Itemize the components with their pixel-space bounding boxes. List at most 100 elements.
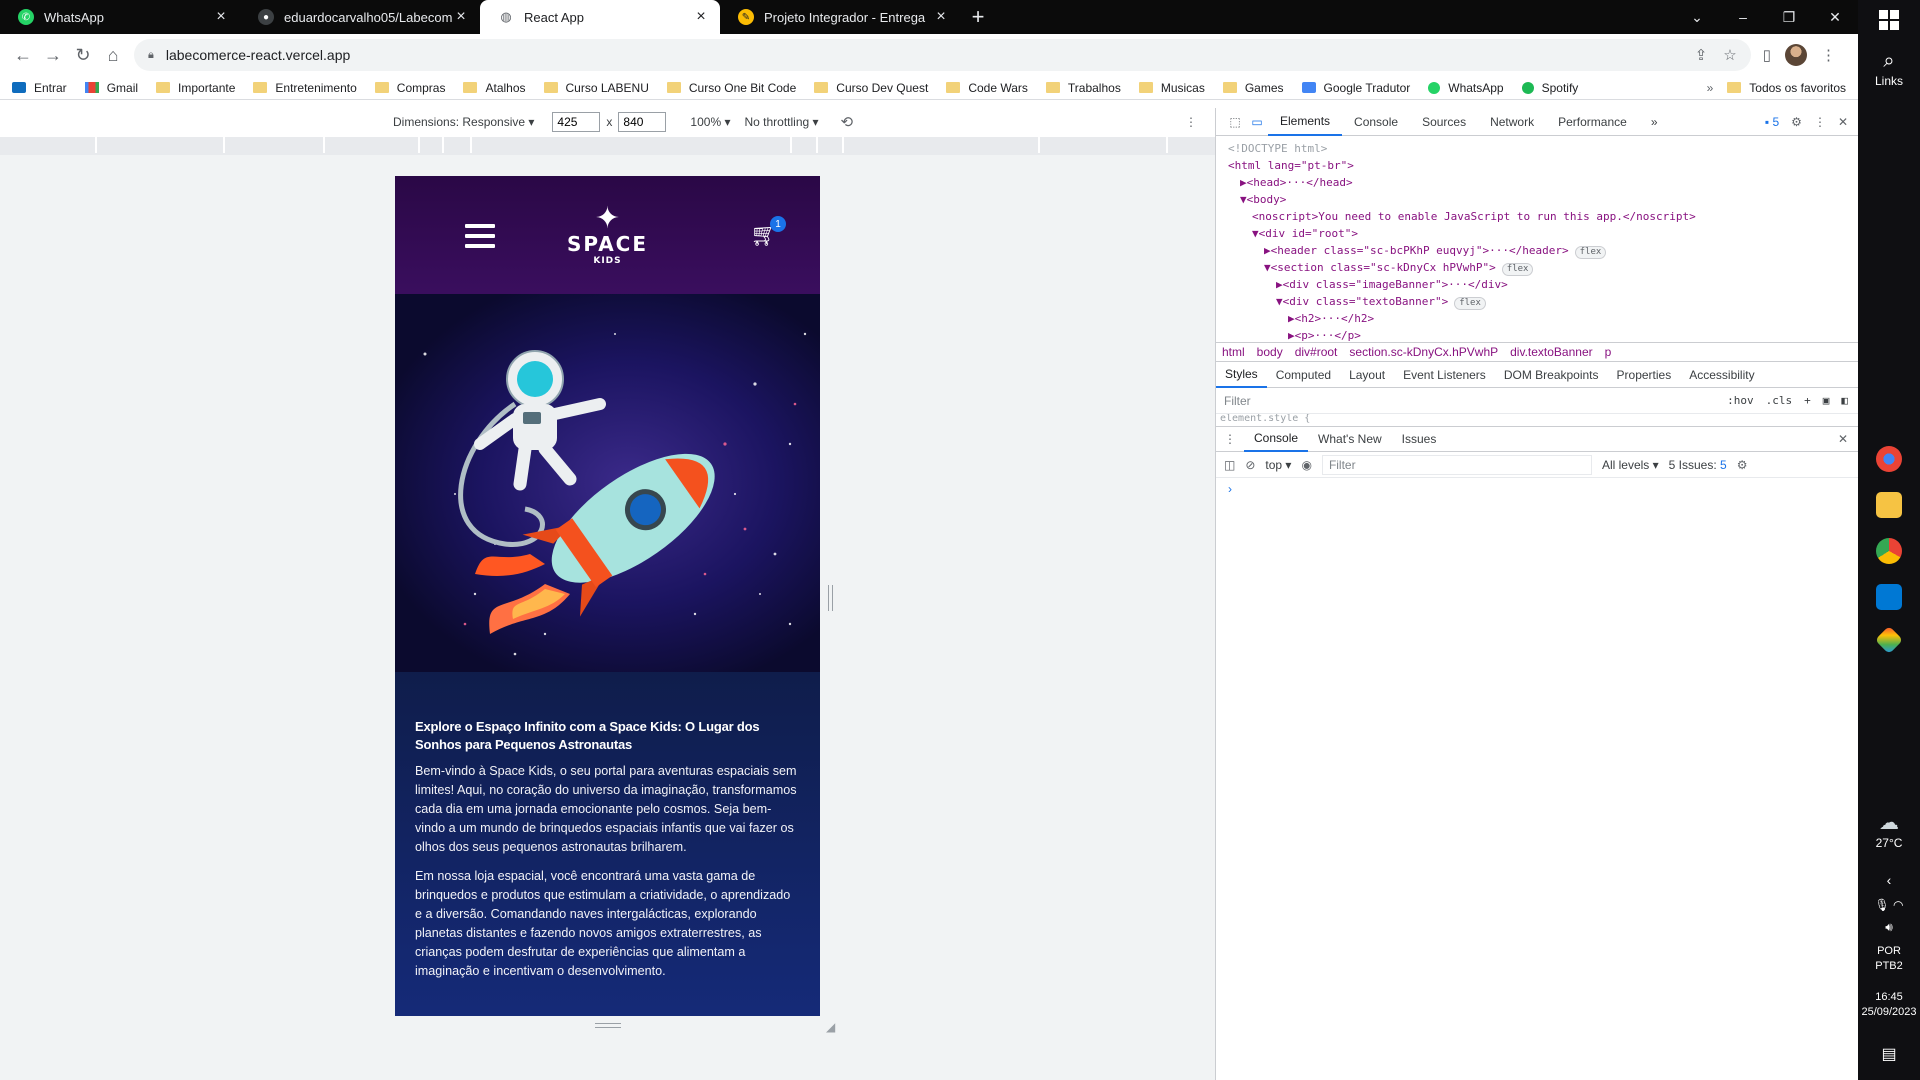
- tab-layout[interactable]: Layout: [1340, 362, 1394, 388]
- bookmark-folder[interactable]: Curso LABENU: [543, 81, 649, 95]
- back-icon[interactable]: ←: [8, 45, 38, 66]
- dimensions-dropdown[interactable]: Dimensions: Responsive ▾: [393, 115, 534, 129]
- clock[interactable]: 16:45 25/09/2023: [1858, 990, 1920, 1020]
- weather-widget[interactable]: ☁ 27°C: [1858, 810, 1920, 851]
- inspect-element-icon[interactable]: ⬚: [1224, 115, 1246, 129]
- forward-icon[interactable]: →: [38, 45, 68, 66]
- console-prompt[interactable]: ›: [1216, 478, 1858, 500]
- address-bar[interactable]: 🔒︎ labecomerce-react.vercel.app ⇪ ☆: [134, 39, 1751, 71]
- dom-node-line[interactable]: ▶<h2>···</h2>: [1228, 310, 1858, 327]
- dom-node-line[interactable]: <html lang="pt-br">: [1228, 157, 1858, 174]
- drawer-menu-icon[interactable]: ⋮: [1216, 432, 1244, 446]
- all-bookmarks-folder[interactable]: Todos os favoritos: [1727, 81, 1846, 95]
- new-tab-button[interactable]: +: [960, 4, 996, 30]
- resize-corner-icon[interactable]: ◢: [826, 1020, 835, 1034]
- dom-node-line[interactable]: ▼<body>: [1228, 191, 1858, 208]
- device-toggle-icon[interactable]: ▭: [1246, 115, 1268, 129]
- windows-start-button[interactable]: [1858, 10, 1920, 30]
- breadcrumb-item[interactable]: p: [1605, 345, 1612, 359]
- media-query-bar[interactable]: [0, 137, 1215, 155]
- bookmark-folder[interactable]: Trabalhos: [1045, 81, 1121, 95]
- tab-whatsapp[interactable]: ✆ WhatsApp ×: [0, 0, 240, 34]
- tab-elements[interactable]: Elements: [1268, 108, 1343, 136]
- wifi-icon[interactable]: ◠: [1893, 898, 1903, 912]
- bookmark-folder[interactable]: Curso Dev Quest: [814, 81, 928, 95]
- bookmark-folder[interactable]: Musicas: [1138, 81, 1205, 95]
- more-tabs-button[interactable]: »: [1639, 108, 1670, 136]
- avatar[interactable]: [1785, 44, 1807, 66]
- log-levels-dropdown[interactable]: All levels ▾: [1602, 458, 1659, 472]
- bookmark-folder[interactable]: Curso One Bit Code: [666, 81, 796, 95]
- bookmarks-overflow-button[interactable]: »: [1707, 81, 1714, 95]
- dom-node-line[interactable]: ▼<section class="sc-kDnyCx hPVwhP"> flex: [1228, 259, 1858, 276]
- bookmark-folder[interactable]: Importante: [156, 81, 235, 95]
- taskbar-app[interactable]: [1858, 584, 1920, 610]
- tab-event-listeners[interactable]: Event Listeners: [1394, 362, 1495, 388]
- bookmark-folder[interactable]: Entretenimento: [253, 81, 357, 95]
- styles-filter-input[interactable]: Filter: [1224, 394, 1251, 408]
- menu-dots-icon[interactable]: ⋮: [1821, 46, 1836, 64]
- volume-icon[interactable]: 🔊︎: [1858, 920, 1920, 935]
- device-height-input[interactable]: [618, 112, 667, 132]
- tab-console[interactable]: Console: [1342, 108, 1410, 136]
- dom-node-line[interactable]: ▶<div class="imageBanner">···</div>: [1228, 276, 1858, 293]
- close-window-button[interactable]: ✕: [1812, 9, 1858, 26]
- bookmark-folder[interactable]: Compras: [374, 81, 445, 95]
- add-rule-icon[interactable]: +: [1804, 394, 1811, 407]
- bookmark-folder[interactable]: Atalhos: [463, 81, 526, 95]
- flex-badge[interactable]: flex: [1454, 297, 1486, 310]
- taskbar-app[interactable]: [1858, 538, 1920, 564]
- sidebar-toggle-icon[interactable]: ◧: [1841, 394, 1848, 407]
- resize-handle-bottom[interactable]: [595, 1023, 621, 1028]
- breadcrumb-item[interactable]: div.textoBanner: [1510, 345, 1593, 359]
- bookmark-item[interactable]: Google Tradutor: [1301, 81, 1410, 95]
- breadcrumb-item[interactable]: section.sc-kDnyCx.hPVwhP: [1349, 345, 1498, 359]
- bookmark-item[interactable]: Spotify: [1521, 81, 1578, 95]
- dom-node-line[interactable]: <noscript>You need to enable JavaScript …: [1228, 208, 1858, 225]
- bookmark-folder[interactable]: Games: [1222, 81, 1284, 95]
- dom-tree[interactable]: <!DOCTYPE html> <html lang="pt-br"> ▶<head…: [1216, 136, 1858, 342]
- rotate-icon[interactable]: ⟲: [841, 113, 854, 131]
- close-devtools-icon[interactable]: ✕: [1838, 115, 1848, 129]
- issues-counter[interactable]: ▪ 5: [1765, 115, 1779, 129]
- zoom-dropdown[interactable]: 100% ▾: [690, 115, 730, 129]
- device-toolbar-menu-icon[interactable]: ⋮: [1185, 115, 1197, 129]
- close-drawer-icon[interactable]: ✕: [1838, 432, 1858, 446]
- restore-button[interactable]: ❐: [1766, 9, 1812, 26]
- close-tab-icon[interactable]: ×: [692, 8, 710, 26]
- lock-icon[interactable]: 🔒︎: [148, 49, 154, 62]
- tab-search-icon[interactable]: ⌄: [1674, 9, 1720, 26]
- bookmark-star-icon[interactable]: ☆: [1723, 46, 1736, 64]
- tab-projeto-integrador[interactable]: ✎ Projeto Integrador - Entrega ×: [720, 0, 960, 34]
- resize-handle-right[interactable]: [828, 585, 833, 611]
- bookmark-folder[interactable]: Code Wars: [946, 81, 1028, 95]
- close-tab-icon[interactable]: ×: [212, 8, 230, 26]
- home-icon[interactable]: ⌂: [98, 45, 128, 66]
- bookmark-item[interactable]: Gmail: [84, 81, 138, 95]
- tab-network[interactable]: Network: [1478, 108, 1546, 136]
- taskbar-app[interactable]: [1858, 446, 1920, 472]
- notifications-icon[interactable]: ▤: [1858, 1044, 1920, 1064]
- console-filter-input[interactable]: Filter: [1321, 454, 1592, 475]
- flex-badge[interactable]: flex: [1574, 246, 1607, 259]
- close-tab-icon[interactable]: ×: [452, 8, 470, 26]
- dom-node-line[interactable]: ▼<div id="root">: [1228, 225, 1858, 242]
- tab-accessibility[interactable]: Accessibility: [1680, 362, 1763, 388]
- taskbar-app[interactable]: [1858, 625, 1920, 655]
- tab-react-app[interactable]: ◍ React App ×: [480, 0, 720, 34]
- reload-icon[interactable]: ↻: [68, 45, 98, 66]
- dom-node-line[interactable]: ▶<p>···</p>: [1228, 327, 1858, 342]
- language-indicator[interactable]: POR PTB2: [1858, 944, 1920, 974]
- bookmark-item[interactable]: Entrar: [12, 81, 67, 95]
- hover-state-toggle[interactable]: :hov: [1727, 394, 1754, 407]
- console-settings-icon[interactable]: ⚙: [1737, 458, 1748, 472]
- computed-toggle-icon[interactable]: ▣: [1823, 394, 1830, 407]
- tab-sources[interactable]: Sources: [1410, 108, 1478, 136]
- dom-node-line[interactable]: <!DOCTYPE html>: [1228, 140, 1858, 157]
- device-width-input[interactable]: [552, 112, 601, 132]
- class-toggle[interactable]: .cls: [1766, 394, 1793, 407]
- tab-github[interactable]: ● eduardocarvalho05/Labecomerce ×: [240, 0, 480, 34]
- tab-performance[interactable]: Performance: [1546, 108, 1639, 136]
- flex-badge[interactable]: flex: [1501, 263, 1534, 276]
- breadcrumb-item[interactable]: html: [1222, 345, 1245, 359]
